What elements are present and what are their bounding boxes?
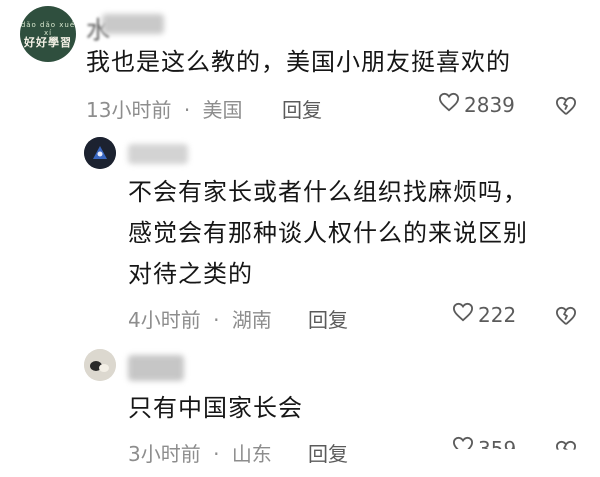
like-count: 2839 [464, 92, 515, 117]
username-blurred[interactable] [128, 355, 184, 381]
comment-location: 美国 [202, 98, 243, 122]
separator: · [213, 442, 220, 466]
username-blurred[interactable] [128, 144, 188, 164]
reply-button[interactable]: 回复 [308, 438, 348, 467]
avatar-title: 好好學習 [24, 36, 72, 49]
comment-time: 4小时前 [128, 308, 201, 332]
comment-time: 3小时前 [128, 442, 201, 466]
separator: · [213, 308, 220, 332]
comment-text: 只有中国家长会 [128, 394, 303, 422]
comment-location: 山东 [231, 442, 272, 466]
comment-meta: 4小时前 · 湖南 [128, 304, 272, 333]
like-button[interactable]: 222 [452, 302, 516, 327]
user-avatar[interactable] [84, 137, 116, 169]
separator: · [183, 98, 191, 122]
like-count: 359 [478, 436, 517, 461]
user-avatar[interactable]: dǎo dǎo xué xí 好好學習 [20, 6, 76, 62]
like-button[interactable]: 2839 [438, 92, 515, 117]
comment-time: 13小时前 [86, 98, 172, 122]
comment-location: 湖南 [231, 308, 272, 332]
username-blurred[interactable] [102, 14, 164, 34]
comment-text-line: 感觉会有那种谈人权什么的来说区别 [128, 219, 528, 247]
comment-text: 我也是这么教的，美国小朋友挺喜欢的 [86, 48, 511, 76]
user-avatar[interactable] [84, 349, 116, 381]
reply-button[interactable]: 回复 [308, 304, 348, 333]
like-count: 222 [478, 302, 517, 327]
reply-button[interactable]: 回复 [282, 94, 322, 123]
heart-icon [438, 92, 460, 117]
comment-text-line: 对待之类的 [128, 260, 253, 288]
broken-heart-icon [555, 96, 577, 120]
heart-icon [452, 436, 474, 449]
comment-meta: 13小时前 · 美国 [86, 94, 243, 123]
dislike-button[interactable] [555, 96, 577, 120]
broken-heart-icon [555, 306, 577, 330]
like-button[interactable]: 359 [452, 436, 517, 461]
heart-icon [452, 302, 474, 327]
broken-heart-icon [555, 440, 577, 450]
comment-meta: 3小时前 · 山东 [128, 438, 272, 467]
dislike-button[interactable] [555, 306, 577, 330]
dislike-button[interactable] [555, 440, 577, 450]
comment-text-line: 不会有家长或者什么组织找麻烦吗， [128, 178, 528, 206]
